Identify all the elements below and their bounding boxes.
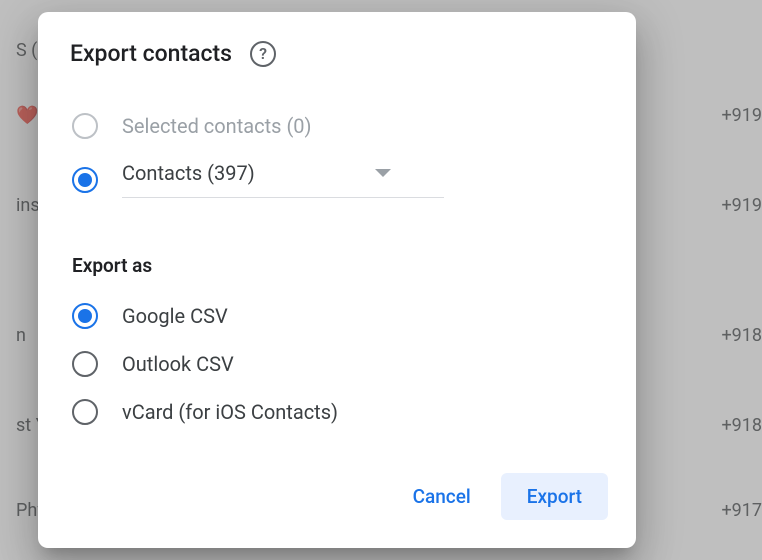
format-outlook-row[interactable]: Outlook CSV: [66, 351, 608, 377]
radio-selected-contacts: [72, 113, 98, 139]
export-button[interactable]: Export: [501, 473, 608, 520]
radio-vcard[interactable]: [72, 399, 98, 425]
radio-outlook-csv[interactable]: [72, 351, 98, 377]
source-selected-contacts-row: Selected contacts (0): [66, 113, 608, 139]
cancel-button[interactable]: Cancel: [387, 473, 497, 520]
selected-contacts-label: Selected contacts (0): [122, 114, 312, 138]
google-csv-label: Google CSV: [122, 304, 228, 328]
radio-google-csv[interactable]: [72, 303, 98, 329]
contacts-dropdown[interactable]: Contacts (397): [122, 161, 444, 198]
dialog-actions: Cancel Export: [66, 473, 608, 520]
export-as-title: Export as: [66, 254, 608, 277]
format-vcard-row[interactable]: vCard (for iOS Contacts): [66, 399, 608, 425]
radio-contacts[interactable]: [72, 167, 98, 193]
export-contacts-dialog: Export contacts ? Selected contacts (0) …: [38, 12, 636, 548]
contacts-label: Contacts (397): [122, 161, 255, 185]
chevron-down-icon: [375, 169, 391, 177]
dialog-title: Export contacts: [66, 40, 232, 67]
outlook-csv-label: Outlook CSV: [122, 352, 234, 376]
dialog-header: Export contacts ?: [66, 40, 608, 67]
vcard-label: vCard (for iOS Contacts): [122, 400, 338, 424]
help-icon[interactable]: ?: [250, 41, 276, 67]
format-google-row[interactable]: Google CSV: [66, 303, 608, 329]
source-contacts-row[interactable]: Contacts (397): [66, 161, 608, 198]
